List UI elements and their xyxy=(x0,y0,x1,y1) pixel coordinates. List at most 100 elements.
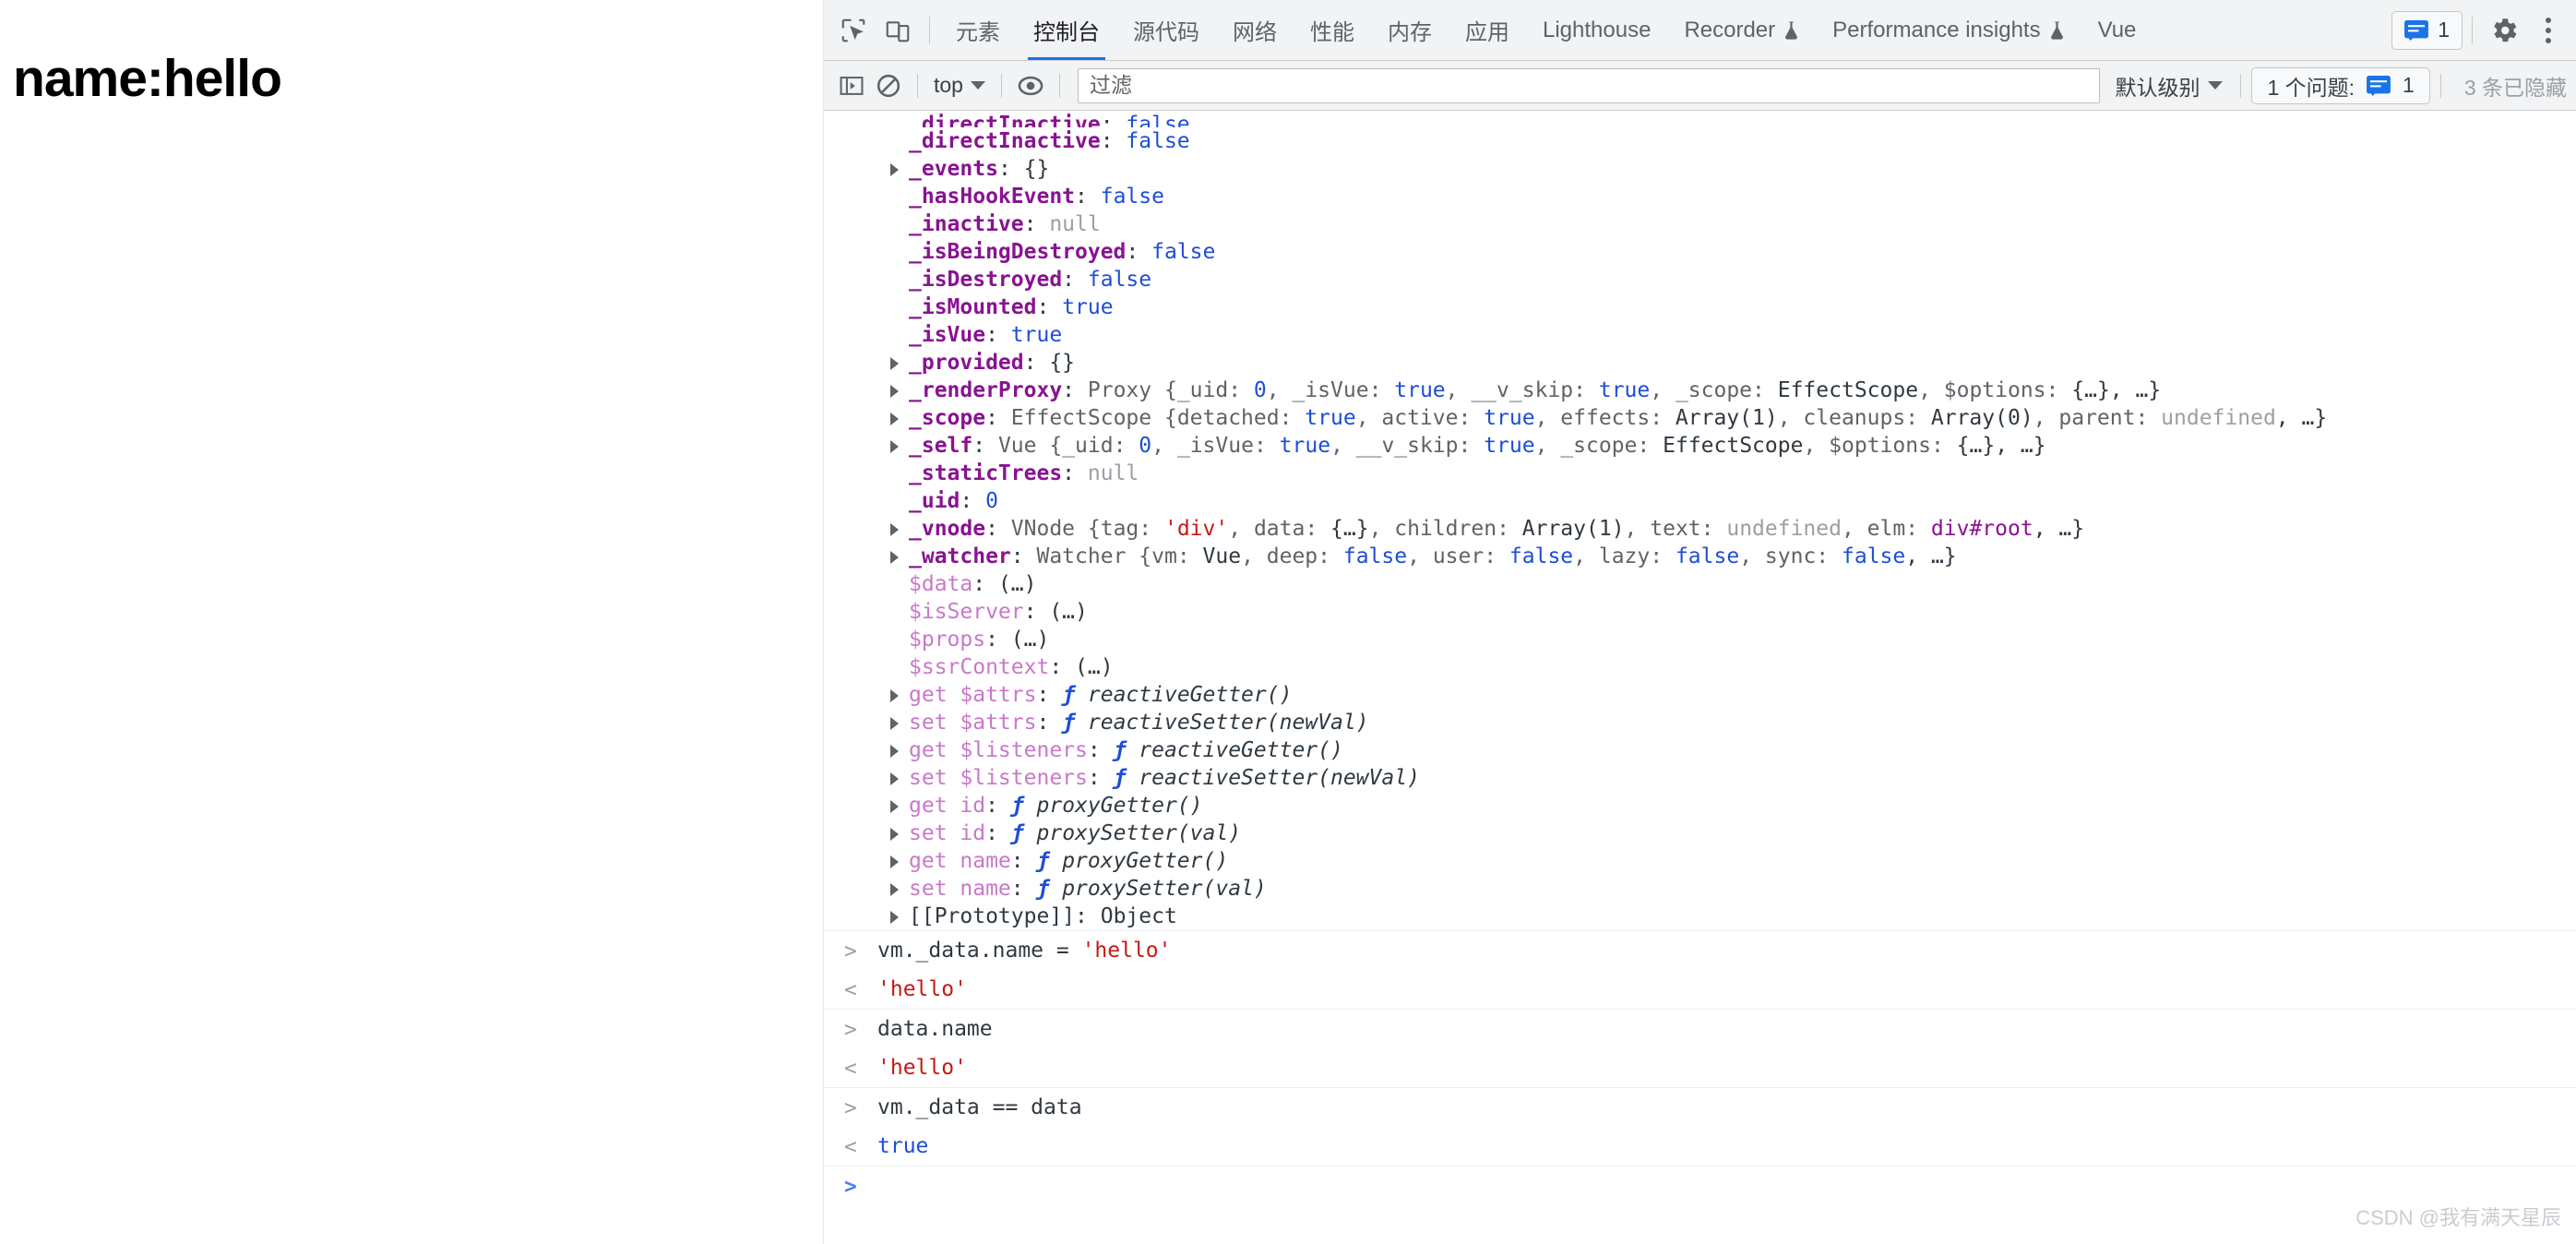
execution-context-selector[interactable]: top xyxy=(928,73,991,98)
property-value-token: VNode { xyxy=(1010,517,1101,541)
object-property-row[interactable]: set id: ƒ proxySetter(val) xyxy=(857,819,2576,847)
console-output[interactable]: _directInactive: false _directInactive: f… xyxy=(824,111,2576,1244)
object-property-row[interactable]: _provided: {} xyxy=(857,349,2576,377)
object-property-row[interactable]: get $attrs: ƒ reactiveGetter() xyxy=(857,681,2576,709)
property-key: get $attrs xyxy=(909,683,1037,707)
kebab-menu-icon[interactable] xyxy=(2526,8,2570,53)
object-property-row[interactable]: _watcher: Watcher {vm: Vue, deep: false,… xyxy=(857,543,2576,570)
tab-elements[interactable]: 元素 xyxy=(939,0,1017,60)
property-value-token: , …} xyxy=(1995,434,2046,458)
property-value-token: _isVue xyxy=(1176,434,1254,458)
property-value-token: , …} xyxy=(2109,378,2162,402)
expand-triangle-icon[interactable] xyxy=(890,689,899,702)
object-property-row[interactable]: $ssrContext: (…) xyxy=(857,653,2576,681)
object-property-row[interactable]: _isVue: true xyxy=(857,321,2576,349)
object-property-row[interactable]: _scope: EffectScope {detached: true, act… xyxy=(857,404,2576,432)
expand-triangle-icon[interactable] xyxy=(890,357,899,370)
expand-triangle-icon[interactable] xyxy=(890,883,899,896)
console-prompt-row[interactable]: > xyxy=(824,1166,2576,1208)
expand-triangle-icon[interactable] xyxy=(890,911,899,924)
property-value-token: : xyxy=(1049,655,1076,679)
expand-triangle-icon[interactable] xyxy=(890,855,899,868)
object-property-row[interactable]: $data: (…) xyxy=(857,570,2576,598)
tab-sources[interactable]: 源代码 xyxy=(1116,0,1216,60)
expand-triangle-icon[interactable] xyxy=(890,717,899,730)
tab-label: 元素 xyxy=(956,20,1000,45)
device-toolbar-icon[interactable] xyxy=(876,8,920,53)
expand-triangle-icon[interactable] xyxy=(890,828,899,841)
tab-network[interactable]: 网络 xyxy=(1216,0,1294,60)
tab-recorder[interactable]: Recorder xyxy=(1667,0,1816,60)
object-property-row[interactable]: _directInactive: false xyxy=(857,111,2576,127)
gear-icon[interactable] xyxy=(2482,8,2526,53)
property-key: $ssrContext xyxy=(909,655,1050,679)
property-value-token: : xyxy=(985,628,1011,652)
live-expression-icon[interactable] xyxy=(1012,67,1049,104)
console-filter-input[interactable] xyxy=(1077,67,2101,103)
expand-triangle-icon[interactable] xyxy=(890,800,899,813)
property-value-token: , xyxy=(1330,434,1356,458)
property-value-token: : xyxy=(1458,434,1485,458)
object-property-row[interactable]: _isBeingDestroyed: false xyxy=(857,238,2576,266)
property-value-token: tag xyxy=(1100,517,1139,541)
object-property-row[interactable]: _self: Vue {_uid: 0, _isVue: true, __v_s… xyxy=(857,432,2576,460)
object-property-row[interactable]: _renderProxy: Proxy {_uid: 0, _isVue: tr… xyxy=(857,377,2576,404)
property-key: _isBeingDestroyed xyxy=(909,240,1127,264)
expand-triangle-icon[interactable] xyxy=(890,385,899,398)
object-property-row[interactable]: get $listeners: ƒ reactiveGetter() xyxy=(857,736,2576,764)
tab-vue[interactable]: Vue xyxy=(2081,0,2153,60)
expand-triangle-icon[interactable] xyxy=(890,772,899,785)
property-key: _provided xyxy=(909,351,1024,375)
object-property-row[interactable]: set $attrs: ƒ reactiveSetter(newVal) xyxy=(857,709,2576,736)
tabstrip-right-controls: 1 xyxy=(2391,8,2576,53)
console-sidebar-icon[interactable] xyxy=(833,67,870,104)
tab-lighthouse[interactable]: Lighthouse xyxy=(1526,0,1667,60)
object-property-row[interactable]: _uid: 0 xyxy=(857,487,2576,515)
issues-summary-label: 1 个问题: xyxy=(2267,75,2355,100)
object-property-row[interactable]: _isMounted: true xyxy=(857,293,2576,321)
expand-triangle-icon[interactable] xyxy=(890,163,899,176)
tab-application[interactable]: 应用 xyxy=(1449,0,1526,60)
expand-triangle-icon[interactable] xyxy=(890,440,899,453)
property-value-token: : xyxy=(1497,517,1522,541)
property-value-token: ƒ xyxy=(1036,849,1063,873)
tab-performance[interactable]: 性能 xyxy=(1294,0,1371,60)
property-value-token: _uid xyxy=(1176,378,1229,402)
object-property-row[interactable]: _isDestroyed: false xyxy=(857,266,2576,293)
property-value-token: _scope xyxy=(1560,434,1638,458)
object-property-row[interactable]: $isServer: (…) xyxy=(857,598,2576,626)
object-property-row[interactable]: _directInactive: false xyxy=(857,127,2576,155)
tab-console[interactable]: 控制台 xyxy=(1017,0,1116,60)
object-property-row[interactable]: get name: ƒ proxyGetter() xyxy=(857,847,2576,875)
expand-triangle-icon[interactable] xyxy=(890,413,899,425)
object-property-row[interactable]: [[Prototype]]: Object xyxy=(857,903,2576,930)
object-property-row[interactable]: _staticTrees: null xyxy=(857,460,2576,487)
object-property-row[interactable]: set name: ƒ proxySetter(val) xyxy=(857,875,2576,903)
property-value-token: Proxy { xyxy=(1087,378,1177,402)
clear-console-icon[interactable] xyxy=(870,67,907,104)
object-property-row[interactable]: $props: (…) xyxy=(857,626,2576,653)
expand-triangle-icon[interactable] xyxy=(890,523,899,536)
property-value-token: , xyxy=(1534,406,1561,430)
expand-triangle-icon[interactable] xyxy=(890,551,899,564)
chevron-down-icon xyxy=(2208,81,2224,90)
hidden-messages-label: 3 条已隐藏 xyxy=(2463,75,2567,100)
tab-memory[interactable]: 内存 xyxy=(1371,0,1449,60)
object-property-row[interactable]: _hasHookEvent: false xyxy=(857,183,2576,210)
property-value-token: reactiveSetter(newVal) xyxy=(1087,711,1369,735)
expand-triangle-icon[interactable] xyxy=(890,745,899,758)
issues-counter-button[interactable]: 1 xyxy=(2391,10,2463,50)
tab-performance-insights[interactable]: Performance insights xyxy=(1816,0,2081,60)
property-value-token: reactiveGetter() xyxy=(1139,738,1343,762)
object-property-row[interactable]: get id: ƒ proxyGetter() xyxy=(857,792,2576,819)
object-property-row[interactable]: _vnode: VNode {tag: 'div', data: {…}, ch… xyxy=(857,515,2576,543)
console-message-token: true xyxy=(877,1134,929,1158)
object-property-row[interactable]: set $listeners: ƒ reactiveSetter(newVal) xyxy=(857,764,2576,792)
property-value-token: undefined xyxy=(2161,406,2276,430)
inspect-element-icon[interactable] xyxy=(831,8,876,53)
object-property-row[interactable]: _events: {} xyxy=(857,155,2576,183)
object-property-row[interactable]: _inactive: null xyxy=(857,210,2576,238)
issues-summary-chip[interactable]: 1 个问题: 1 xyxy=(2251,66,2430,104)
property-key: $isServer xyxy=(909,600,1024,624)
log-level-selector[interactable]: 默认级别 xyxy=(2107,70,2230,102)
